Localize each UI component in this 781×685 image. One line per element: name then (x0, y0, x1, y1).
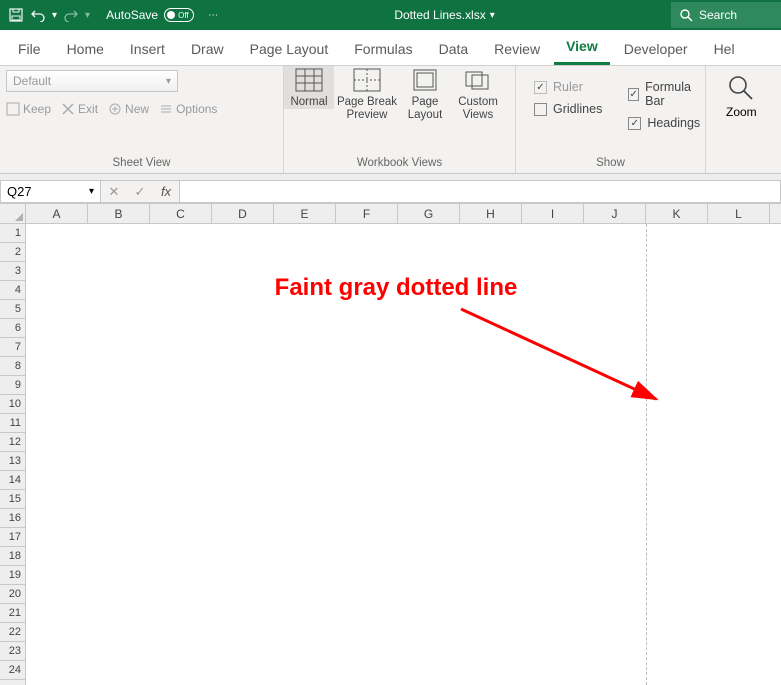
new-button: New (108, 102, 149, 116)
save-icon[interactable] (8, 7, 24, 23)
tab-page-layout[interactable]: Page Layout (238, 33, 341, 65)
col-header-I[interactable]: I (522, 204, 584, 223)
group-label-workbook-views: Workbook Views (284, 155, 515, 173)
search-placeholder: Search (699, 8, 737, 22)
row-header-8[interactable]: 8 (0, 357, 25, 376)
sheet-view-combo[interactable]: Default▾ (6, 70, 178, 92)
ribbon: Default▾ Keep Exit New Options Sheet Vie… (0, 66, 781, 174)
row-header-24[interactable]: 24 (0, 661, 25, 680)
row-header-17[interactable]: 17 (0, 528, 25, 547)
row-header-7[interactable]: 7 (0, 338, 25, 357)
row-header-10[interactable]: 10 (0, 395, 25, 414)
autosave-label: AutoSave (106, 8, 158, 22)
col-header-E[interactable]: E (274, 204, 336, 223)
search-box[interactable]: Search (671, 2, 781, 28)
tab-hel[interactable]: Hel (702, 33, 747, 65)
tab-home[interactable]: Home (55, 33, 116, 65)
worksheet[interactable]: ABCDEFGHIJKL 123456789101112131415161718… (0, 204, 781, 685)
column-headers: ABCDEFGHIJKL (0, 204, 781, 224)
row-header-13[interactable]: 13 (0, 452, 25, 471)
annotation-arrow (456, 304, 676, 414)
row-header-19[interactable]: 19 (0, 566, 25, 585)
ruler-checkbox: Ruler (534, 80, 602, 94)
keep-button: Keep (6, 102, 51, 116)
tab-review[interactable]: Review (482, 33, 552, 65)
formula-bar-checkbox[interactable]: Formula Bar (628, 80, 700, 108)
tab-draw[interactable]: Draw (179, 33, 236, 65)
zoom-button[interactable]: Zoom (712, 70, 771, 119)
row-header-21[interactable]: 21 (0, 604, 25, 623)
enter-formula-icon: ✓ (127, 184, 153, 200)
row-header-14[interactable]: 14 (0, 471, 25, 490)
exit-button: Exit (61, 102, 98, 116)
col-header-J[interactable]: J (584, 204, 646, 223)
undo-icon[interactable] (30, 7, 46, 23)
gridlines-checkbox[interactable]: Gridlines (534, 102, 602, 116)
group-sheet-view: Default▾ Keep Exit New Options Sheet Vie… (0, 66, 284, 173)
cell-grid[interactable]: Faint gray dotted line (26, 224, 781, 685)
group-label-show: Show (516, 155, 705, 173)
custom-views-button[interactable]: Custom Views (452, 66, 504, 122)
search-icon (679, 8, 693, 22)
formula-bar: Q27▾ ✕ ✓ fx (0, 180, 781, 204)
document-title: Dotted Lines.xlsx (394, 8, 485, 22)
col-header-G[interactable]: G (398, 204, 460, 223)
row-header-15[interactable]: 15 (0, 490, 25, 509)
row-header-9[interactable]: 9 (0, 376, 25, 395)
row-header-23[interactable]: 23 (0, 642, 25, 661)
annotation-text: Faint gray dotted line (256, 274, 536, 302)
tab-formulas[interactable]: Formulas (342, 33, 424, 65)
col-header-K[interactable]: K (646, 204, 708, 223)
tab-insert[interactable]: Insert (118, 33, 177, 65)
fx-icon[interactable]: fx (153, 184, 179, 199)
row-header-22[interactable]: 22 (0, 623, 25, 642)
page-break-preview-button[interactable]: Page Break Preview (336, 66, 398, 122)
col-header-F[interactable]: F (336, 204, 398, 223)
normal-view-button[interactable]: Normal (284, 66, 334, 109)
select-all-triangle[interactable] (0, 204, 26, 223)
redo-icon[interactable] (63, 7, 79, 23)
col-header-L[interactable]: L (708, 204, 770, 223)
row-header-3[interactable]: 3 (0, 262, 25, 281)
row-header-16[interactable]: 16 (0, 509, 25, 528)
col-header-H[interactable]: H (460, 204, 522, 223)
row-header-11[interactable]: 11 (0, 414, 25, 433)
row-header-2[interactable]: 2 (0, 243, 25, 262)
formula-input[interactable] (179, 180, 781, 203)
col-header-D[interactable]: D (212, 204, 274, 223)
group-zoom: Zoom (706, 66, 777, 173)
autosave-toggle[interactable]: Off (164, 8, 194, 22)
row-headers: 123456789101112131415161718192021222324 (0, 224, 26, 685)
name-box[interactable]: Q27▾ (0, 180, 100, 203)
qat-more-icon[interactable]: ⋯ (208, 10, 218, 21)
tab-file[interactable]: File (6, 33, 53, 65)
row-header-1[interactable]: 1 (0, 224, 25, 243)
title-dropdown-icon[interactable]: ▾ (490, 10, 495, 21)
redo-dropdown-icon[interactable]: ▾ (85, 10, 90, 21)
page-layout-button[interactable]: Page Layout (400, 66, 450, 122)
row-header-6[interactable]: 6 (0, 319, 25, 338)
tab-view[interactable]: View (554, 30, 610, 65)
row-header-4[interactable]: 4 (0, 281, 25, 300)
group-workbook-views: Normal Page Break Preview Page Layout Cu… (284, 66, 516, 173)
headings-checkbox[interactable]: Headings (628, 116, 700, 130)
tab-data[interactable]: Data (427, 33, 481, 65)
row-header-20[interactable]: 20 (0, 585, 25, 604)
col-header-C[interactable]: C (150, 204, 212, 223)
row-header-18[interactable]: 18 (0, 547, 25, 566)
ribbon-tabs: FileHomeInsertDrawPage LayoutFormulasDat… (0, 30, 781, 66)
row-header-12[interactable]: 12 (0, 433, 25, 452)
undo-dropdown-icon[interactable]: ▾ (52, 10, 57, 21)
group-show: Ruler Gridlines Formula Bar Headings Sho… (516, 66, 706, 173)
row-header-5[interactable]: 5 (0, 300, 25, 319)
titlebar: ▾ ▾ AutoSave Off ⋯ Dotted Lines.xlsx ▾ S… (0, 0, 781, 30)
col-header-A[interactable]: A (26, 204, 88, 223)
cancel-formula-icon: ✕ (101, 184, 127, 200)
page-break-line (646, 224, 647, 685)
options-button: Options (159, 102, 217, 116)
chevron-down-icon[interactable]: ▾ (89, 186, 94, 197)
group-label-sheet-view: Sheet View (0, 155, 283, 173)
col-header-B[interactable]: B (88, 204, 150, 223)
tab-developer[interactable]: Developer (612, 33, 700, 65)
